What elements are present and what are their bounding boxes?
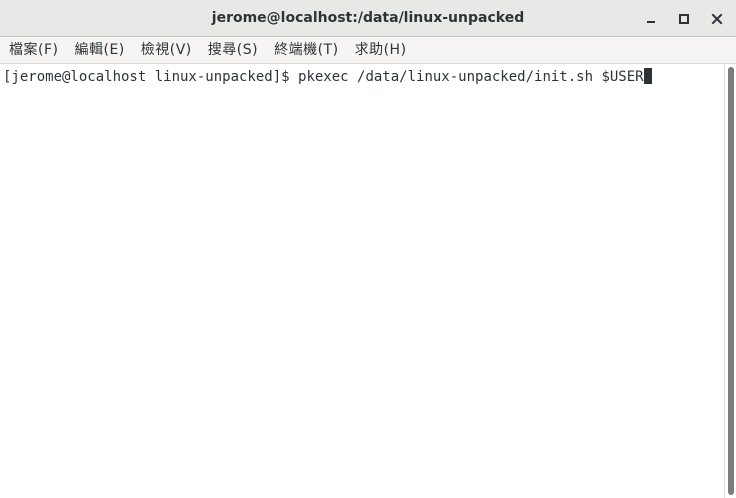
command-line: [jerome@localhost linux-unpacked]$ pkexe… — [3, 68, 652, 86]
vertical-scrollbar[interactable] — [724, 64, 736, 498]
title-bar[interactable]: jerome@localhost:/data/linux-unpacked — [0, 0, 736, 37]
menu-file[interactable]: 檔案(F) — [0, 37, 65, 64]
menu-edit[interactable]: 編輯(E) — [65, 37, 131, 64]
window-title: jerome@localhost:/data/linux-unpacked — [211, 10, 525, 26]
menu-help[interactable]: 求助(H) — [346, 37, 414, 64]
menu-terminal[interactable]: 終端機(T) — [265, 37, 345, 64]
terminal-window: jerome@localhost:/data/linux-unpacked 檔案… — [0, 0, 736, 498]
menu-search[interactable]: 搜尋(S) — [199, 37, 265, 64]
menu-view[interactable]: 檢視(V) — [132, 37, 199, 64]
terminal-area[interactable]: [jerome@localhost linux-unpacked]$ pkexe… — [0, 64, 724, 498]
menu-bar: 檔案(F) 編輯(E) 檢視(V) 搜尋(S) 終端機(T) 求助(H) — [0, 37, 736, 64]
close-button[interactable] — [706, 8, 728, 30]
minimize-button[interactable] — [640, 8, 662, 30]
maximize-icon — [679, 14, 689, 24]
close-icon — [711, 13, 723, 25]
minimize-icon — [647, 21, 655, 23]
text-cursor — [643, 68, 652, 84]
maximize-button[interactable] — [673, 8, 695, 30]
scrollbar-thumb[interactable] — [728, 67, 734, 495]
typed-command: pkexec /data/linux-unpacked/init.sh $USE… — [298, 69, 644, 85]
shell-prompt: [jerome@localhost linux-unpacked]$ — [3, 69, 299, 85]
